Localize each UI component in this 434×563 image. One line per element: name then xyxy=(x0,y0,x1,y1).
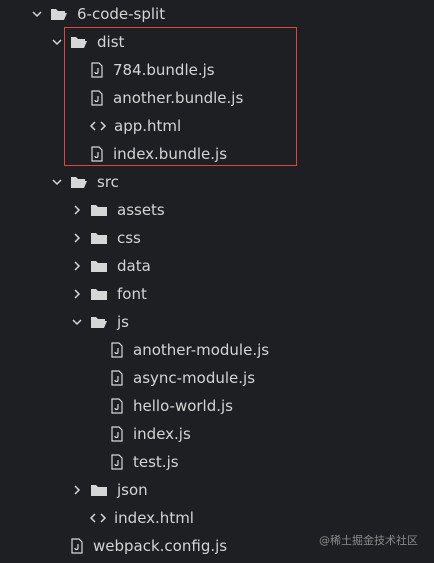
js-file-icon xyxy=(111,342,123,358)
tree-label: app.html xyxy=(114,117,182,135)
tree-label: hello-world.js xyxy=(133,397,233,415)
chevron-right-icon[interactable] xyxy=(70,203,84,217)
html-file-icon xyxy=(89,513,107,523)
chevron-right-icon[interactable] xyxy=(70,483,84,497)
tree-label: index.html xyxy=(114,509,194,527)
folder-icon xyxy=(91,205,107,216)
open-folder-icon xyxy=(71,177,87,188)
tree-label: js xyxy=(117,313,129,331)
js-file-icon xyxy=(111,370,123,386)
tree-item-js[interactable]: js xyxy=(70,308,129,336)
tree-label: test.js xyxy=(133,453,179,471)
tree-label: index.js xyxy=(133,425,191,443)
folder-icon xyxy=(91,261,107,272)
chevron-down-icon[interactable] xyxy=(30,7,44,21)
tree-item-dist[interactable]: dist xyxy=(50,28,124,56)
tree-label: css xyxy=(117,229,141,247)
chevron-right-icon[interactable] xyxy=(70,231,84,245)
open-folder-icon xyxy=(91,317,107,328)
js-file-icon xyxy=(91,62,103,78)
tree-item-async-module-js[interactable]: async-module.js xyxy=(110,364,255,392)
tree-label: 6-code-split xyxy=(77,5,166,23)
js-file-icon xyxy=(91,146,103,162)
tree-label: src xyxy=(97,173,119,191)
tree-item-app-html[interactable]: app.html xyxy=(89,112,181,140)
tree-item-assets[interactable]: assets xyxy=(70,196,165,224)
tree-item-another-bundle-js[interactable]: another.bundle.js xyxy=(90,84,243,112)
folder-icon xyxy=(91,485,107,496)
chevron-right-icon[interactable] xyxy=(70,259,84,273)
open-folder-icon xyxy=(51,9,67,20)
tree-label: assets xyxy=(117,201,165,219)
chevron-down-icon[interactable] xyxy=(50,175,64,189)
tree-label: webpack.config.js xyxy=(93,537,228,555)
tree-item-index-js[interactable]: index.js xyxy=(110,420,191,448)
tree-item-webpack-config-js[interactable]: webpack.config.js xyxy=(70,532,227,560)
tree-item-hello-world-js[interactable]: hello-world.js xyxy=(110,392,233,420)
tree-label: data xyxy=(117,257,151,275)
js-file-icon xyxy=(111,426,123,442)
tree-item-index-html[interactable]: index.html xyxy=(89,504,194,532)
tree-label: 784.bundle.js xyxy=(113,61,215,79)
tree-label: index.bundle.js xyxy=(113,145,228,163)
tree-item-src[interactable]: src xyxy=(50,168,119,196)
js-file-icon xyxy=(111,398,123,414)
chevron-down-icon[interactable] xyxy=(50,35,64,49)
open-folder-icon xyxy=(71,37,87,48)
folder-icon xyxy=(91,233,107,244)
tree-item-another-module-js[interactable]: another-module.js xyxy=(110,336,269,364)
js-file-icon xyxy=(111,454,123,470)
tree-item-index-bundle-js[interactable]: index.bundle.js xyxy=(90,140,227,168)
tree-label: dist xyxy=(97,33,125,51)
tree-item-784-bundle-js[interactable]: 784.bundle.js xyxy=(90,56,215,84)
tree-label: another-module.js xyxy=(133,341,270,359)
tree-item-data[interactable]: data xyxy=(70,252,151,280)
chevron-right-icon[interactable] xyxy=(70,287,84,301)
tree-item-test-js[interactable]: test.js xyxy=(110,448,179,476)
js-file-icon xyxy=(71,538,83,554)
tree-label: another.bundle.js xyxy=(113,89,244,107)
html-file-icon xyxy=(89,121,107,131)
tree-item-css[interactable]: css xyxy=(70,224,141,252)
tree-label: async-module.js xyxy=(133,369,256,387)
chevron-down-icon[interactable] xyxy=(70,315,84,329)
watermark: @稀土掘金技术社区 xyxy=(319,534,418,547)
folder-icon xyxy=(91,289,107,300)
tree-label: font xyxy=(117,285,147,303)
file-explorer-tree: 6-code-split dist 784.bundle.js another.… xyxy=(0,0,434,563)
js-file-icon xyxy=(91,90,103,106)
tree-item-6-code-split[interactable]: 6-code-split xyxy=(30,0,165,28)
tree-item-json[interactable]: json xyxy=(70,476,148,504)
tree-item-font[interactable]: font xyxy=(70,280,147,308)
tree-label: json xyxy=(117,481,148,499)
